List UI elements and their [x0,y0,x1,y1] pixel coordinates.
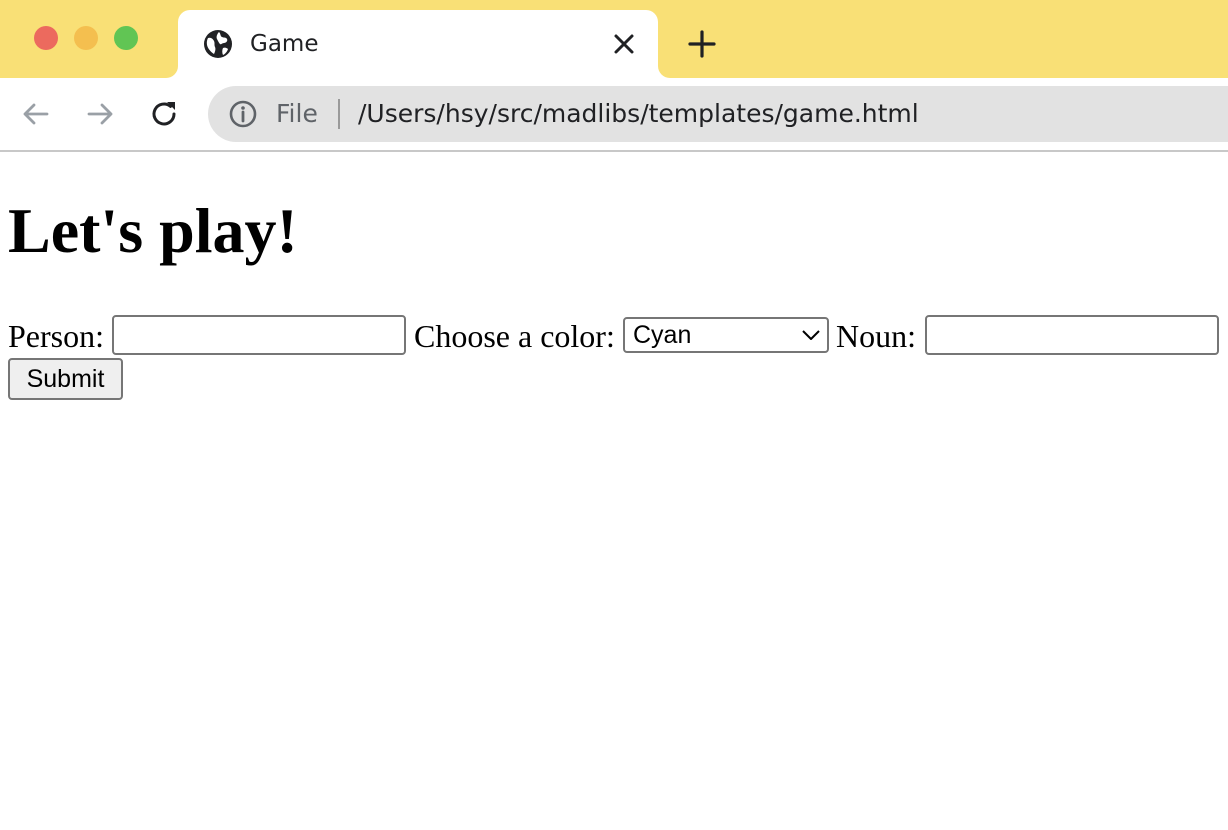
person-label: Person: [8,318,104,354]
submit-button[interactable]: Submit [8,358,123,400]
noun-label: Noun: [836,318,916,354]
person-input[interactable] [112,315,406,355]
tab-game[interactable]: Game [178,10,658,78]
tab-strip: Game [0,0,1228,78]
browser-window: Game File /Users/hsy/src/madlibs/templat… [0,0,1228,830]
color-label: Choose a color: [414,318,615,354]
color-select[interactable]: Cyan [623,317,829,353]
url-scheme-label: File [276,99,318,128]
window-maximize-button[interactable] [114,26,138,50]
window-minimize-button[interactable] [74,26,98,50]
browser-toolbar: File /Users/hsy/src/madlibs/templates/ga… [0,78,1228,152]
madlib-form: Person: Choose a color: Cyan Noun: [8,314,1220,358]
arrow-right-icon[interactable] [82,96,118,132]
noun-input[interactable] [925,315,1219,355]
globe-icon [202,28,234,60]
url-text[interactable]: /Users/hsy/src/madlibs/templates/game.ht… [358,98,919,130]
reload-icon[interactable] [146,96,182,132]
omnibox-divider [338,99,340,129]
chevron-down-icon [801,327,821,343]
info-icon[interactable] [228,99,258,129]
address-bar[interactable]: File /Users/hsy/src/madlibs/templates/ga… [208,86,1228,142]
page-title: Let's play! [8,195,298,266]
color-select-value: Cyan [633,321,692,349]
tab-title: Game [250,31,319,57]
close-icon[interactable] [610,30,638,58]
window-close-button[interactable] [34,26,58,50]
plus-icon[interactable] [686,28,718,60]
arrow-left-icon[interactable] [18,96,54,132]
